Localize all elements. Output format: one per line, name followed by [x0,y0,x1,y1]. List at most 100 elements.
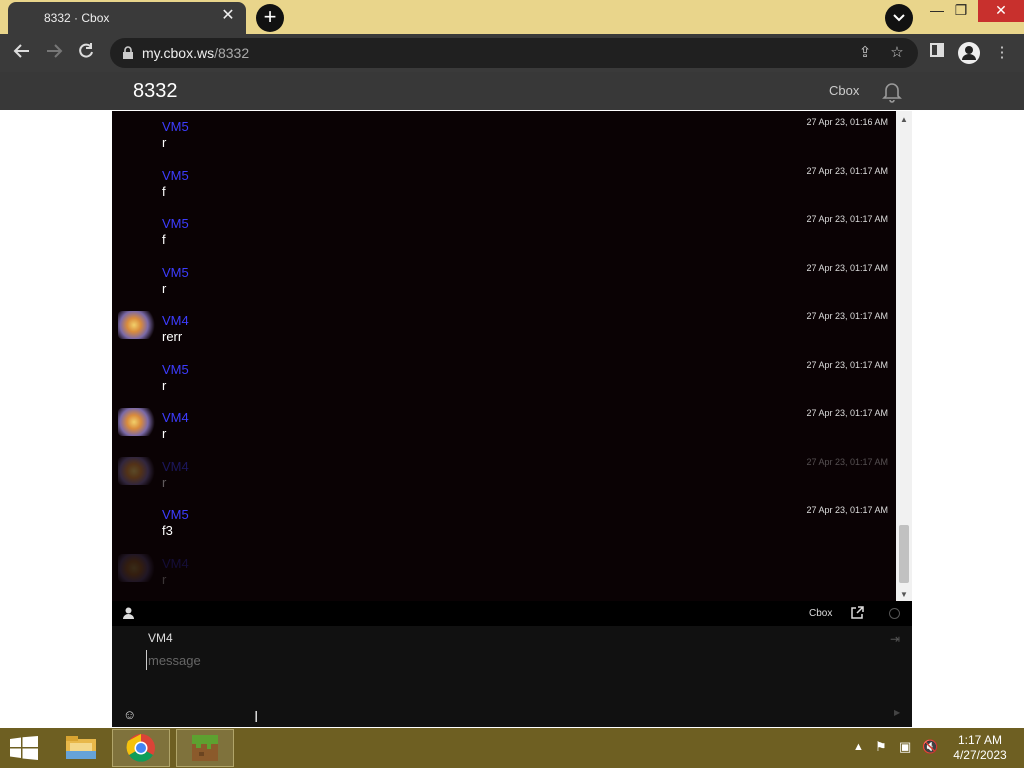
chat-message: VM4 rerr 27 Apr 23, 01:17 AM [112,307,896,355]
chat-message: VM5 f3 27 Apr 23, 01:17 AM [112,501,896,549]
reload-button[interactable] [75,42,97,64]
side-panel-button[interactable] [926,42,948,64]
chat-message: VM5 r 27 Apr 23, 01:17 AM [112,259,896,307]
url-host: my.cbox.ws [142,45,215,61]
message-text: f3 [162,523,173,538]
message-text: rerr [162,329,183,344]
message-text: r [162,377,167,393]
share-icon[interactable]: ⇪ [856,44,874,62]
volume-muted-icon[interactable]: 🔇 [922,739,938,755]
browser-tab[interactable]: 8332 · Cbox ✕ [8,2,246,34]
browser-tab-strip: 8332 · Cbox ✕ + — ❐ ✕ [0,0,1024,34]
window-restore-button[interactable]: ❐ [946,0,976,22]
avatar[interactable] [118,408,158,436]
bell-icon[interactable] [880,79,904,103]
scroll-down-arrow[interactable]: ▼ [900,590,908,599]
chat-message: VM4 r [112,550,896,598]
message-list[interactable]: VM5 r 27 Apr 23, 01:16 AM VM5 f 27 Apr 23, 01… [112,111,896,601]
new-tab-button[interactable]: + [256,4,284,32]
taskbar-file-explorer[interactable] [52,729,110,767]
clock-time: 1:17 AM [957,733,1003,747]
back-button[interactable] [11,42,33,64]
tab-search-button[interactable] [885,4,913,32]
message-timestamp: 27 Apr 23, 01:17 AM [806,262,888,273]
lock-icon [123,46,133,59]
profile-icon[interactable] [958,42,980,64]
compose-username[interactable]: VM4 [148,631,173,645]
message-username[interactable]: VM4 [162,556,189,571]
chrome-icon [126,734,155,762]
emoji-icon[interactable]: ☺ [123,707,136,722]
windows-start-icon[interactable] [10,736,38,760]
browser-menu-button[interactable]: ⋮ [991,42,1013,64]
message-username[interactable]: VM5 [162,216,189,231]
message-timestamp: 27 Apr 23, 01:16 AM [806,117,888,127]
chevron-down-icon [893,14,905,22]
message-username[interactable]: VM5 [162,168,189,183]
avatar[interactable] [118,311,158,339]
star-icon[interactable]: ☆ [888,44,906,62]
avatar[interactable] [118,456,158,485]
chat-message: VM5 r 27 Apr 23, 01:16 AM [112,113,896,161]
compose-area: VM4 ⇥ ☺ ▶ I [112,626,912,727]
address-bar[interactable]: my.cbox.ws/8332 ⇪ ☆ [110,38,918,68]
arrow-left-icon [13,44,29,58]
clock-date: 4/27/2023 [953,748,1007,762]
scroll-up-arrow[interactable]: ▲ [900,115,908,124]
message-text: r [162,474,167,490]
message-timestamp: 27 Apr 23, 01:17 AM [806,456,888,467]
page-title: 8332 [133,80,178,102]
message-username[interactable]: VM4 [162,313,189,328]
send-icon[interactable]: ▶ [894,708,900,717]
arrow-right-icon [47,44,63,58]
taskbar-chrome[interactable] [112,729,170,767]
brand-link[interactable]: Cbox [829,83,859,98]
message-text: r [162,280,167,296]
message-scrollbar[interactable]: ▲ ▼ [896,111,912,601]
taskbar-minecraft[interactable] [176,729,234,767]
tab-close-icon[interactable]: ✕ [220,8,236,24]
cbox-link[interactable]: Cbox [809,608,832,619]
message-username[interactable]: VM5 [162,507,189,522]
message-username[interactable]: VM5 [162,265,189,280]
network-icon[interactable]: ▣ [899,739,911,755]
forward-button[interactable] [43,42,65,64]
message-text: r [162,571,167,587]
window-close-button[interactable]: ✕ [978,0,1024,22]
scrollbar-thumb[interactable] [899,525,909,583]
tray-overflow-icon[interactable]: ▲ [853,741,864,753]
status-indicator-icon[interactable] [889,608,900,619]
message-username[interactable]: VM4 [162,459,189,474]
taskbar-clock[interactable]: 1:17 AM 4/27/2023 [948,733,1012,763]
message-timestamp: 27 Apr 23, 01:17 AM [806,359,888,370]
windows-taskbar: ▲ ⚑ ▣ 🔇 1:17 AM 4/27/2023 [0,728,1024,768]
url-path: /8332 [214,45,250,61]
tab-title: 8332 · Cbox [44,11,110,25]
chat-box: VM5 r 27 Apr 23, 01:16 AM VM5 f 27 Apr 23, 01… [112,111,912,727]
chat-message: VM5 r 27 Apr 23, 01:17 AM [112,356,896,404]
chat-message: VM5 f 27 Apr 23, 01:17 AM [112,210,896,258]
action-center-flag-icon[interactable]: ⚑ [875,739,887,755]
message-text: f [162,232,166,247]
browser-toolbar: my.cbox.ws/8332 ⇪ ☆ ⋮ [0,34,1024,72]
minecraft-icon [192,735,218,761]
message-text: f [162,183,166,199]
file-explorer-icon [66,736,96,759]
message-timestamp: 27 Apr 23, 01:17 AM [806,505,888,515]
message-username[interactable]: VM4 [162,410,189,425]
site-header: 8332 Cbox [0,72,1024,110]
popout-icon[interactable] [851,606,864,619]
message-text: r [162,135,167,150]
chat-message: VM5 f 27 Apr 23, 01:17 AM [112,162,896,210]
chat-toolbar: Cbox [112,601,912,626]
user-icon[interactable] [123,607,134,619]
message-input[interactable] [146,650,846,670]
chat-message: VM4 r 27 Apr 23, 01:17 AM [112,404,896,452]
avatar[interactable] [118,553,158,582]
login-icon[interactable]: ⇥ [890,632,900,646]
reload-icon [79,43,93,58]
message-username[interactable]: VM5 [162,119,189,134]
message-text: r [162,426,167,441]
url-text: my.cbox.ws/8332 [142,45,249,61]
message-username[interactable]: VM5 [162,362,189,377]
